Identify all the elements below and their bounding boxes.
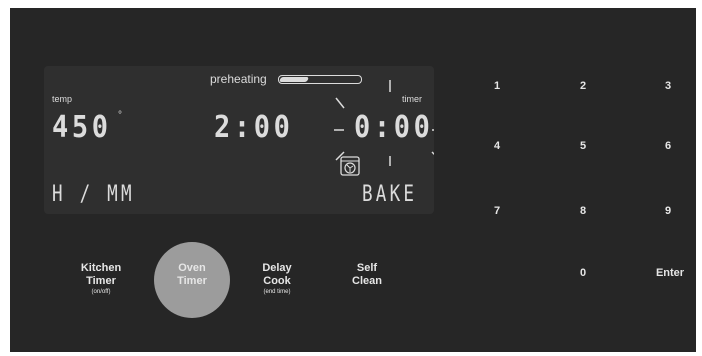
keypad-5-button[interactable]: 5 xyxy=(568,140,598,152)
temperature-readout: 450 xyxy=(52,110,112,145)
timer-readout: 0:00 xyxy=(354,110,434,145)
preheat-label: preheating xyxy=(210,72,267,86)
kitchen-timer-line2: Timer xyxy=(86,275,116,287)
mode-right-readout: BAKE xyxy=(362,182,418,207)
lcd-display: preheating temp timer 450 ° 2:00 0:00 H … xyxy=(44,66,434,214)
keypad-4-button[interactable]: 4 xyxy=(482,140,512,152)
preheat-progress-fill xyxy=(278,77,310,82)
keypad-enter-button[interactable]: Enter xyxy=(650,267,690,279)
delay-cook-line2: Cook xyxy=(263,275,291,287)
keypad-3-button[interactable]: 3 xyxy=(653,80,683,92)
oven-timer-label: Oven Timer xyxy=(167,262,217,288)
kitchen-timer-button[interactable]: Kitchen Timer (on/off) xyxy=(76,262,126,297)
self-clean-button[interactable]: Self Clean xyxy=(342,262,392,288)
delay-cook-line1: Delay xyxy=(262,262,292,274)
kitchen-timer-sub: (on/off) xyxy=(91,289,111,295)
keypad-8-button[interactable]: 8 xyxy=(568,205,598,217)
mode-left-readout: H / MM xyxy=(52,182,135,207)
keypad-1-button[interactable]: 1 xyxy=(482,80,512,92)
cook-time-readout: 2:00 xyxy=(214,110,294,145)
self-clean-line1: Self xyxy=(356,262,378,274)
oven-timer-line1: Oven xyxy=(178,262,206,274)
kitchen-timer-line1: Kitchen xyxy=(80,262,122,274)
delay-cook-sub: (end time) xyxy=(263,289,291,295)
keypad-0-button[interactable]: 0 xyxy=(568,267,598,279)
delay-cook-button[interactable]: Delay Cook (end time) xyxy=(252,262,302,297)
keypad-2-button[interactable]: 2 xyxy=(568,80,598,92)
oven-timer-line2: Timer xyxy=(177,275,207,287)
temp-label: temp xyxy=(52,94,73,104)
keypad-9-button[interactable]: 9 xyxy=(653,205,683,217)
keypad-7-button[interactable]: 7 xyxy=(482,205,512,217)
self-clean-line2: Clean xyxy=(352,275,382,287)
convection-fan-icon xyxy=(340,156,360,176)
keypad-6-button[interactable]: 6 xyxy=(653,140,683,152)
degree-symbol: ° xyxy=(118,110,122,121)
